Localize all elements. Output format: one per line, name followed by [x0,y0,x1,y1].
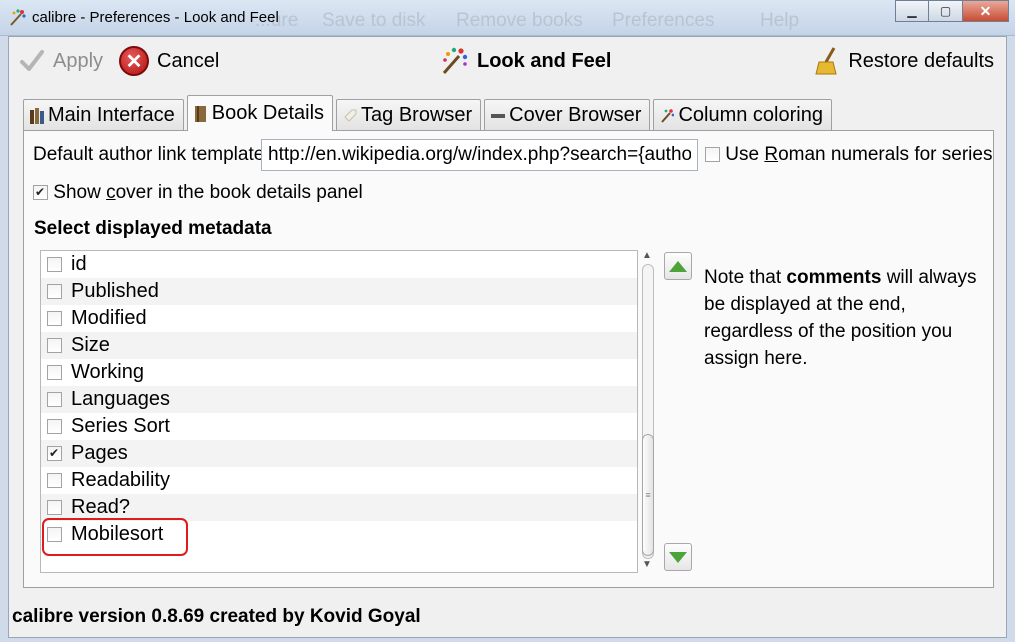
palette-icon [661,108,675,123]
cancel-label: Cancel [157,49,220,72]
comments-note: Note that comments will always be displa… [704,267,977,369]
apply-label: Apply [53,49,104,72]
window-titlebar: ...ure Save to disk Remove books Prefere… [0,0,1015,36]
preferences-dialog: Apply ✕ Cancel Look and Feel Restore def… [8,36,1007,638]
broom-icon [815,47,837,75]
move-down-button[interactable] [664,543,692,571]
metadata-section-title: Select displayed metadata [34,218,272,239]
metadata-item-working[interactable]: Working [41,359,637,386]
metadata-item-read[interactable]: Read? [41,494,637,521]
books-icon [30,107,44,124]
metadata-checkbox[interactable] [47,392,62,407]
author-link-input[interactable] [261,139,698,171]
metadata-checkbox[interactable] [47,338,62,353]
metadata-item-published[interactable]: Published [41,278,637,305]
arrow-up-icon [669,260,687,272]
ghost-toolbar-item: Save to disk [322,10,426,31]
ghost-toolbar-item: Remove books [456,10,583,31]
tab-bar: Main Interface Book Details Tag Browser … [23,95,835,131]
metadata-checkbox[interactable] [47,473,62,488]
metadata-item-readability[interactable]: Readability [41,467,637,494]
show-cover-label: Show cover in the book details panel [53,182,363,203]
metadata-checkbox[interactable] [47,257,62,272]
checkmark-icon [20,50,44,71]
roman-numerals-checkbox[interactable] [705,147,720,163]
ghost-toolbar-item: Preferences [612,10,715,31]
show-cover-checkbox[interactable] [33,185,48,201]
metadata-item-pages[interactable]: Pages [41,440,637,467]
metadata-item-mobilesort[interactable]: Mobilesort [41,521,637,548]
palette-wand-icon [442,47,468,74]
window-title: calibre - Preferences - Look and Feel [32,9,279,26]
tab-tag-browser[interactable]: Tag Browser [336,99,482,131]
metadata-checkbox[interactable] [47,446,62,461]
page-title-label: Look and Feel [477,49,612,72]
metadata-checkbox[interactable] [47,419,62,434]
metadata-item-modified[interactable]: Modified [41,305,637,332]
book-details-panel: Default author link template: Use Roman … [23,130,994,588]
dialog-toolbar: Apply ✕ Cancel Look and Feel Restore def… [9,37,1006,87]
restore-defaults-label: Restore defaults [848,49,994,72]
apply-button[interactable]: Apply [19,46,103,76]
maximize-button[interactable]: ▢ [929,0,963,22]
metadata-checkbox[interactable] [47,527,62,542]
scroll-thumb[interactable]: ≡ [642,434,654,556]
minimize-icon: ▁ [907,4,917,18]
metadata-item-languages[interactable]: Languages [41,386,637,413]
tab-label: Column coloring [678,104,823,126]
tab-label: Tag Browser [361,104,473,126]
page-title: Look and Feel [439,46,611,76]
tab-column-coloring[interactable]: Column coloring [653,99,832,131]
metadata-checkbox[interactable] [47,500,62,515]
close-icon: ✕ [979,2,992,19]
scroll-down-arrow-icon[interactable]: ▼ [642,559,652,570]
metadata-label: Working [71,361,144,383]
grip-icon: ≡ [645,490,651,500]
restore-defaults-button[interactable]: Restore defaults [814,46,994,76]
metadata-label: Modified [71,307,147,329]
arrow-down-icon [669,551,687,563]
cancel-icon: ✕ [119,46,149,76]
metadata-item-series-sort[interactable]: Series Sort [41,413,637,440]
metadata-label: Readability [71,469,170,491]
metadata-label: Read? [71,496,130,518]
metadata-label: Published [71,280,159,302]
metadata-checkbox[interactable] [47,365,62,380]
tab-label: Main Interface [48,104,175,126]
metadata-checkbox[interactable] [47,311,62,326]
minimize-button[interactable]: ▁ [895,0,929,22]
tag-icon [344,109,357,122]
metadata-list[interactable]: id Published Modified Size Working Langu… [40,250,638,573]
maximize-icon: ▢ [939,4,952,18]
tab-cover-browser[interactable]: Cover Browser [484,99,651,131]
roman-numerals-option[interactable]: Use Roman numerals for series [705,144,992,166]
calibre-app-icon [10,9,26,26]
close-button[interactable]: ✕ [963,0,1009,22]
metadata-label: id [71,253,87,275]
roman-numerals-label: Use Roman numerals for series [725,144,993,165]
author-link-label: Default author link template: [33,144,270,165]
metadata-item-id[interactable]: id [41,251,637,278]
version-footer: calibre version 0.8.69 created by Kovid … [12,606,421,627]
metadata-label: Size [71,334,110,356]
tab-book-details[interactable]: Book Details [186,95,334,131]
move-up-button[interactable] [664,252,692,280]
metadata-checkbox[interactable] [47,284,62,299]
cover-icon [491,113,506,118]
metadata-item-size[interactable]: Size [41,332,637,359]
ghost-toolbar-item: Help [760,10,800,31]
tab-main-interface[interactable]: Main Interface [23,99,184,131]
tab-label: Cover Browser [509,104,642,126]
show-cover-option[interactable]: Show cover in the book details panel [33,182,363,204]
metadata-label: Series Sort [71,415,170,437]
scroll-up-arrow-icon[interactable]: ▲ [642,250,652,261]
metadata-scrollbar[interactable]: ▲ ≡ ▼ [638,250,658,573]
book-icon [194,105,206,122]
metadata-label: Languages [71,388,170,410]
cancel-button[interactable]: ✕ Cancel [119,46,219,76]
metadata-label: Pages [71,442,128,464]
tab-label: Book Details [211,102,325,124]
metadata-label: Mobilesort [71,523,164,545]
